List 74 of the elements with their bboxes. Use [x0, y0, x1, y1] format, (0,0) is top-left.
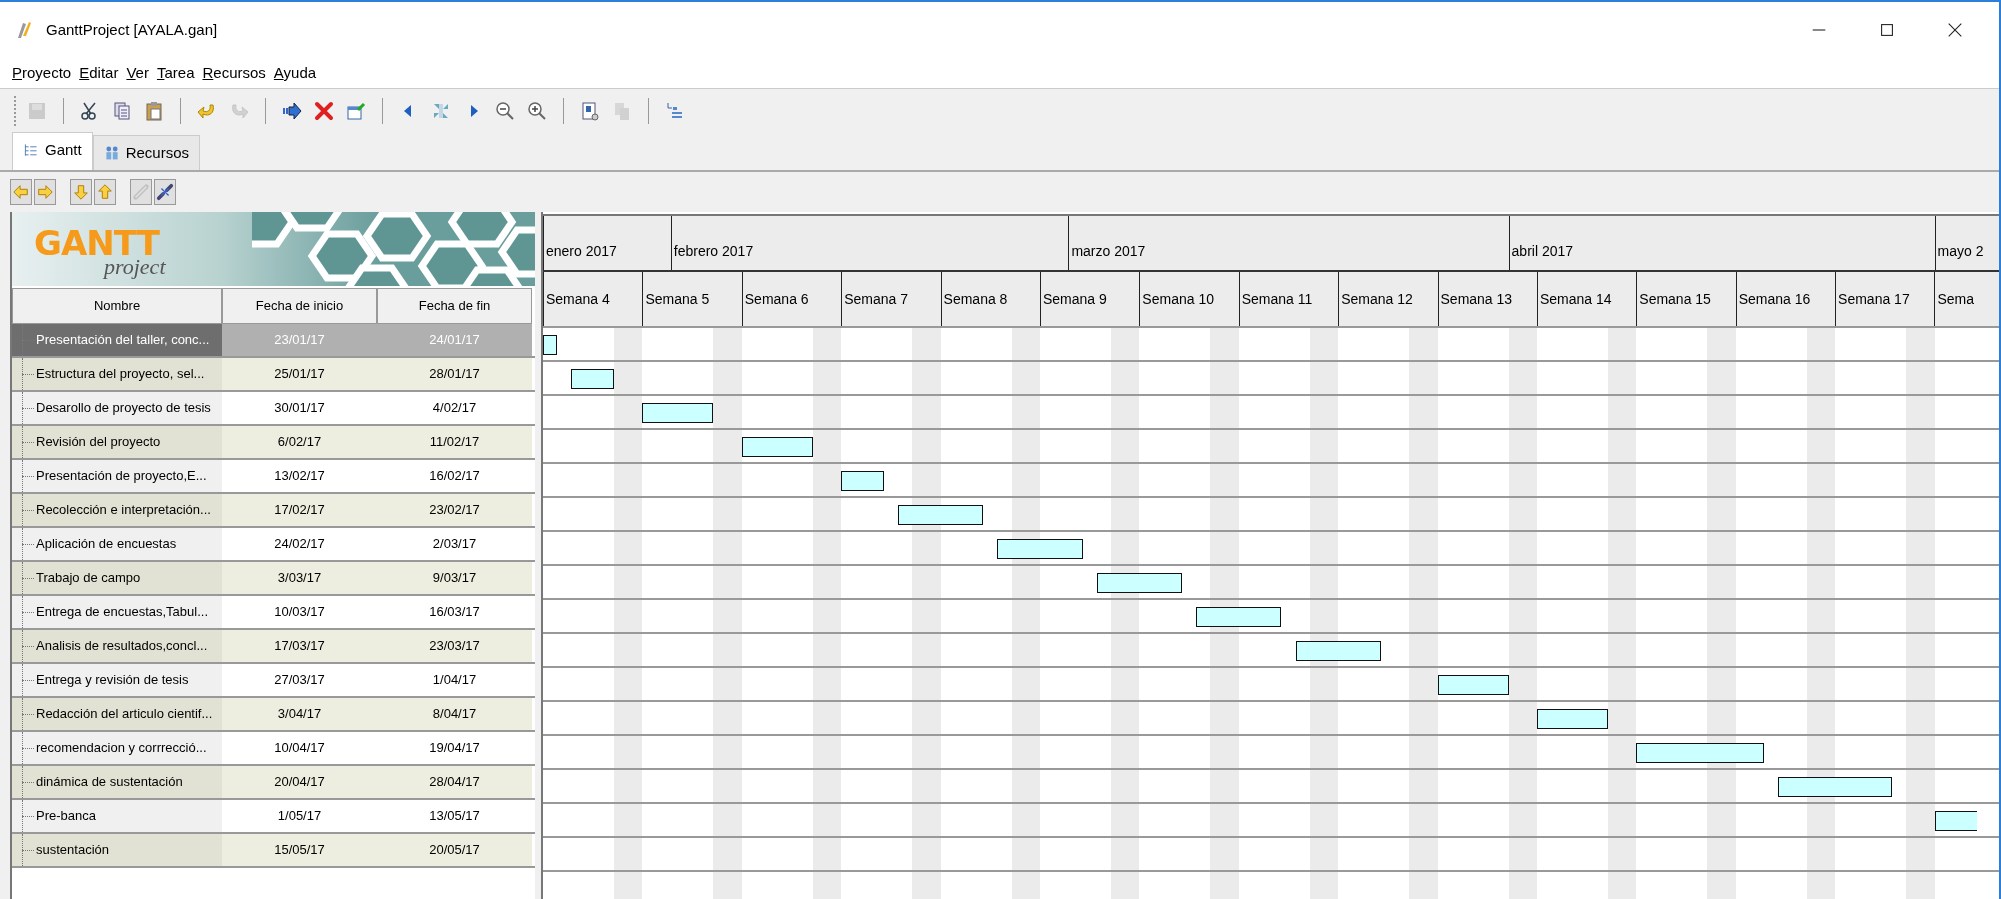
- task-row[interactable]: dinámica de sustentación 20/04/17 28/04/17: [12, 766, 535, 800]
- chain-link-icon: [132, 183, 150, 201]
- task-row[interactable]: Trabajo de campo 3/03/17 9/03/17: [12, 562, 535, 596]
- week-header: Semana 6: [741, 272, 842, 326]
- menu-item[interactable]: Editar: [79, 61, 119, 85]
- menu-item[interactable]: Ayuda: [273, 61, 317, 85]
- task-bar[interactable]: [841, 471, 884, 491]
- month-header: abril 2017: [1508, 216, 1935, 270]
- task-bar[interactable]: [1196, 607, 1282, 627]
- task-bar[interactable]: [642, 403, 714, 423]
- menu-item[interactable]: Tarea: [156, 61, 195, 85]
- task-row[interactable]: recomendacion y corrrecció... 10/04/17 19/04/17: [12, 732, 535, 766]
- week-header: Semana 14: [1536, 272, 1637, 326]
- task-bar[interactable]: [1636, 743, 1765, 763]
- tab[interactable]: Gantt: [12, 131, 93, 170]
- week-header: Semana 17: [1835, 272, 1935, 326]
- week-header: Semana 11: [1238, 272, 1339, 326]
- task-bar[interactable]: [1537, 709, 1608, 729]
- tree-list-icon: [23, 141, 39, 158]
- column-header[interactable]: Fecha de fin: [377, 288, 532, 324]
- week-header: Semana 10: [1139, 272, 1239, 326]
- task-bar[interactable]: [543, 335, 558, 355]
- task-row[interactable]: Analisis de resultados,concl... 17/03/17 23/03/17: [12, 630, 535, 664]
- column-header[interactable]: Fecha de inicio: [222, 288, 377, 324]
- task-row[interactable]: Revisión del proyecto 6/02/17 11/02/17: [12, 426, 535, 460]
- task-bar[interactable]: [1934, 811, 1978, 831]
- task-row[interactable]: Aplicación de encuestas 24/02/17 2/03/17: [12, 528, 535, 562]
- week-header: Semana 5: [642, 272, 742, 326]
- task-bar[interactable]: [571, 369, 614, 389]
- month-header: febrero 2017: [670, 216, 1069, 270]
- task-row[interactable]: Entrega y revisión de tesis 27/03/17 1/04/17: [12, 664, 535, 698]
- task-row[interactable]: Presentación del taller, conc... 23/01/17 24/01/17: [12, 324, 535, 358]
- task-bar[interactable]: [997, 539, 1083, 559]
- month-header: mayo 2: [1934, 216, 1999, 270]
- task-row[interactable]: Presentación de proyecto,E... 13/02/17 16/02/17: [12, 460, 535, 494]
- task-row[interactable]: Redacción del articulo cientif... 3/04/17 8/04/17: [12, 698, 535, 732]
- people-icon: [103, 144, 120, 161]
- broken-chain-button[interactable]: [154, 179, 176, 205]
- task-row[interactable]: Entrega de encuestas,Tabul... 10/03/17 16/03/17: [12, 596, 535, 630]
- week-header: Semana 16: [1735, 272, 1836, 326]
- task-bar[interactable]: [1778, 777, 1892, 797]
- task-bar[interactable]: [1096, 573, 1182, 593]
- week-header: Semana 12: [1338, 272, 1438, 326]
- month-header: enero 2017: [543, 216, 671, 270]
- task-row[interactable]: sustentación 15/05/17 20/05/17: [12, 834, 535, 868]
- down-arrow-icon: [72, 183, 90, 201]
- week-header: Semana 9: [1039, 272, 1140, 326]
- menu-item[interactable]: Ver: [126, 61, 149, 85]
- left-arrow-icon: [12, 183, 30, 201]
- up-arrow-icon: [96, 183, 114, 201]
- menu-item[interactable]: Recursos: [202, 61, 266, 85]
- right-arrow-icon: [36, 183, 54, 201]
- week-header: Semana 7: [841, 272, 941, 326]
- week-header: Semana 15: [1636, 272, 1736, 326]
- task-row[interactable]: Estructura del proyecto, sel... 25/01/17 28/01/17: [12, 358, 535, 392]
- task-bar[interactable]: [741, 437, 813, 457]
- month-header: marzo 2017: [1068, 216, 1509, 270]
- task-row[interactable]: Recolección e interpretación... 17/02/17 23/02/17: [12, 494, 535, 528]
- broken-chain-icon: [156, 183, 174, 201]
- task-bar[interactable]: [1295, 641, 1381, 661]
- week-header: Semana 8: [940, 272, 1040, 326]
- tab[interactable]: Recursos: [92, 134, 201, 170]
- task-bar[interactable]: [1437, 675, 1509, 695]
- window-title: GanttProject [AYALA.gan]: [46, 19, 218, 40]
- week-header: Semana 13: [1437, 272, 1537, 326]
- week-header: Sema: [1934, 272, 1999, 326]
- task-row[interactable]: Desarollo de proyecto de tesis 30/01/17 4/02/17: [12, 392, 535, 426]
- menu-item[interactable]: Proyecto: [12, 61, 72, 85]
- column-header[interactable]: Nombre: [12, 288, 222, 324]
- week-header: Semana 4: [543, 272, 643, 326]
- task-bar[interactable]: [898, 505, 984, 525]
- toolbar-grip: [14, 95, 17, 126]
- task-row[interactable]: Pre-banca 1/05/17 13/05/17: [12, 800, 535, 834]
- logo-tagline: project: [104, 254, 166, 281]
